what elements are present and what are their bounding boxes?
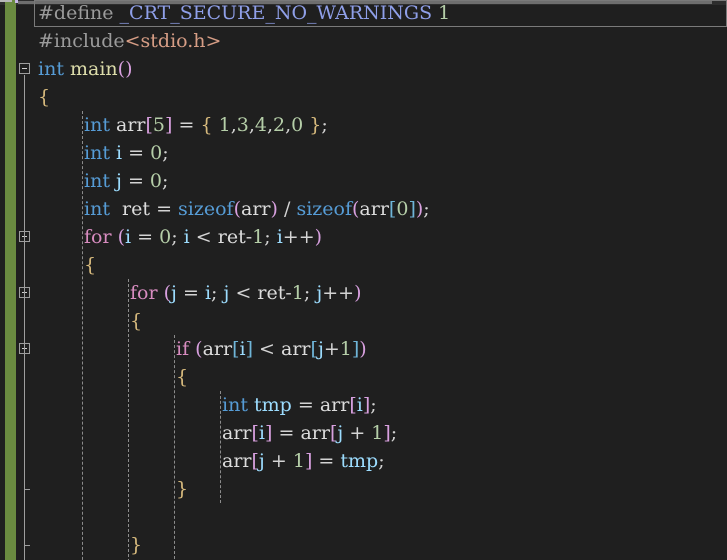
code-line-text: int main() bbox=[38, 58, 133, 80]
code-line-8[interactable]: int ret = sizeof(arr) / sizeof(arr[0]); bbox=[84, 195, 430, 223]
code-text-area[interactable]: #define _CRT_SECURE_NO_WARNINGS 1 #includ… bbox=[0, 0, 727, 560]
code-line-2[interactable]: #include<stdio.h> bbox=[38, 27, 221, 55]
code-line-3[interactable]: int main() bbox=[38, 55, 133, 83]
code-line-12[interactable]: { bbox=[130, 307, 142, 335]
code-line-text: } bbox=[130, 534, 143, 556]
code-line-text: int tmp = arr[i]; bbox=[222, 394, 377, 416]
code-line-11[interactable]: for (j = i; j < ret-1; j++) bbox=[130, 279, 362, 307]
code-line-9[interactable]: for (i = 0; i < ret-1; i++) bbox=[84, 223, 322, 251]
quick-action-dash-icon bbox=[0, 0, 12, 2]
code-line-text: { bbox=[84, 254, 97, 276]
code-line-text: { bbox=[130, 310, 143, 332]
code-editor-surface[interactable]: #define _CRT_SECURE_NO_WARNINGS 1 #includ… bbox=[0, 0, 727, 560]
code-line-text: if (arr[i] < arr[j+1]) bbox=[176, 338, 367, 360]
code-line-7[interactable]: int j = 0; bbox=[84, 167, 168, 195]
code-line-text: for (i = 0; i < ret-1; i++) bbox=[84, 226, 323, 248]
code-line-text: int j = 0; bbox=[84, 170, 169, 192]
code-line-10[interactable]: { bbox=[84, 251, 96, 279]
code-line-text: #include<stdio.h> bbox=[38, 30, 222, 52]
code-line-text: for (j = i; j < ret-1; j++) bbox=[130, 282, 362, 304]
code-line-text: } bbox=[176, 478, 189, 500]
code-line-15[interactable]: int tmp = arr[i]; bbox=[222, 391, 377, 419]
code-line-20[interactable]: } bbox=[130, 531, 142, 559]
code-line-text: arr[j + 1] = tmp; bbox=[222, 450, 385, 472]
code-line-5[interactable]: int arr[5] = { 1,3,4,2,0 }; bbox=[84, 111, 328, 139]
code-line-text: #define _CRT_SECURE_NO_WARNINGS 1 bbox=[38, 2, 451, 24]
code-line-18[interactable]: } bbox=[176, 475, 188, 503]
code-line-text: { bbox=[176, 366, 189, 388]
code-line-text: int i = 0; bbox=[84, 142, 169, 164]
code-line-17[interactable]: arr[j + 1] = tmp; bbox=[222, 447, 385, 475]
code-line-text: { bbox=[38, 86, 51, 108]
code-line-text: int arr[5] = { 1,3,4,2,0 }; bbox=[84, 114, 328, 136]
quick-action-dot-icon bbox=[15, 0, 18, 3]
code-line-text: arr[i] = arr[j + 1]; bbox=[222, 422, 398, 444]
code-line-text: int ret = sizeof(arr) / sizeof(arr[0]); bbox=[84, 198, 430, 220]
code-line-13[interactable]: if (arr[i] < arr[j+1]) bbox=[176, 335, 367, 363]
code-line-4[interactable]: { bbox=[38, 83, 50, 111]
code-line-16[interactable]: arr[i] = arr[j + 1]; bbox=[222, 419, 397, 447]
code-line-14[interactable]: { bbox=[176, 363, 188, 391]
code-line-1[interactable]: #define _CRT_SECURE_NO_WARNINGS 1 bbox=[38, 0, 450, 27]
code-line-6[interactable]: int i = 0; bbox=[84, 139, 169, 167]
